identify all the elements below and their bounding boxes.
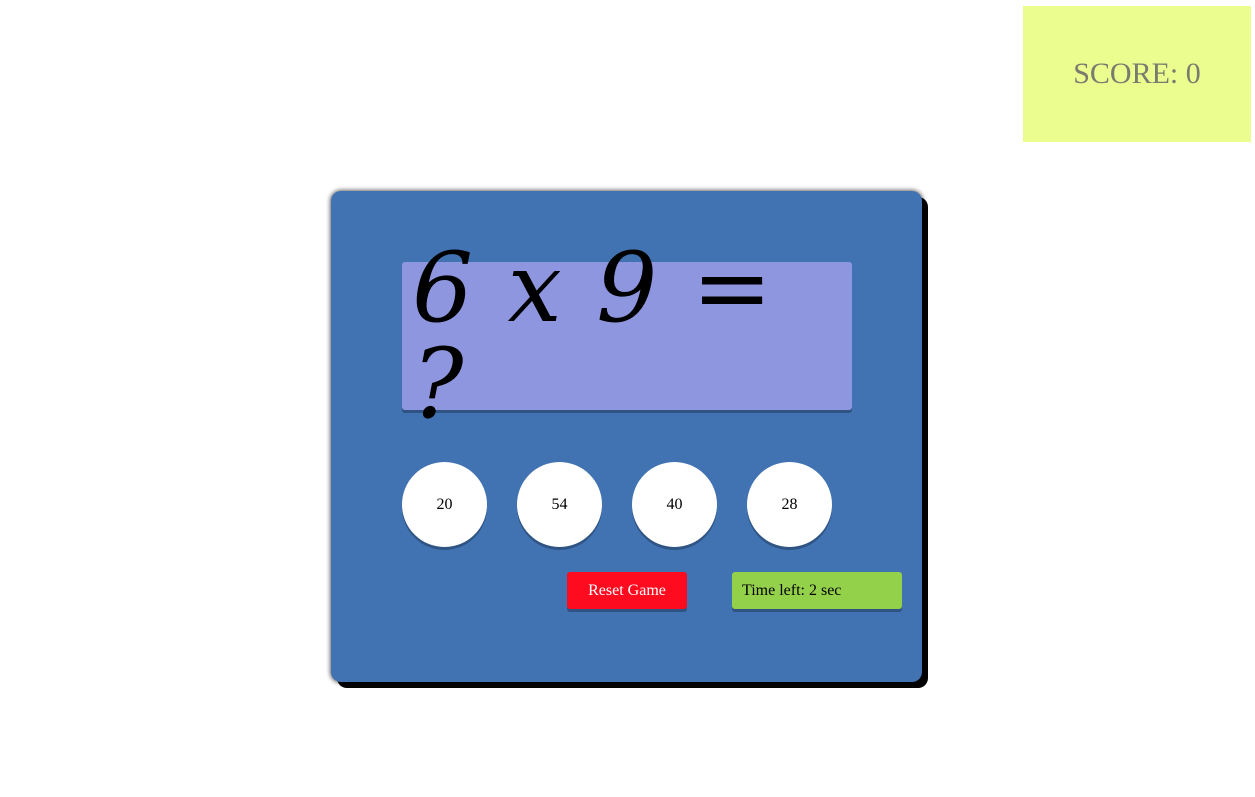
choice-button-1[interactable]: 20 (402, 462, 487, 547)
reset-game-button[interactable]: Reset Game (567, 572, 687, 609)
game-board: 6 x 9 = ? 20 54 40 28 Reset Game Time le… (331, 191, 922, 682)
score-text: SCORE: 0 (1073, 57, 1201, 90)
question-text: 6 x 9 = ? (412, 232, 775, 440)
time-left-display: Time left: 2 sec (732, 572, 902, 609)
choice-button-3[interactable]: 40 (632, 462, 717, 547)
choice-button-2[interactable]: 54 (517, 462, 602, 547)
choice-label: 54 (551, 495, 568, 513)
choice-button-4[interactable]: 28 (747, 462, 832, 547)
choice-label: 40 (666, 495, 683, 513)
choice-label: 20 (436, 495, 453, 513)
choice-label: 28 (781, 495, 798, 513)
score-box: SCORE: 0 (1023, 6, 1251, 142)
time-left-text: Time left: 2 sec (742, 581, 842, 599)
reset-game-label: Reset Game (588, 581, 666, 599)
question-box: 6 x 9 = ? (402, 240, 852, 432)
